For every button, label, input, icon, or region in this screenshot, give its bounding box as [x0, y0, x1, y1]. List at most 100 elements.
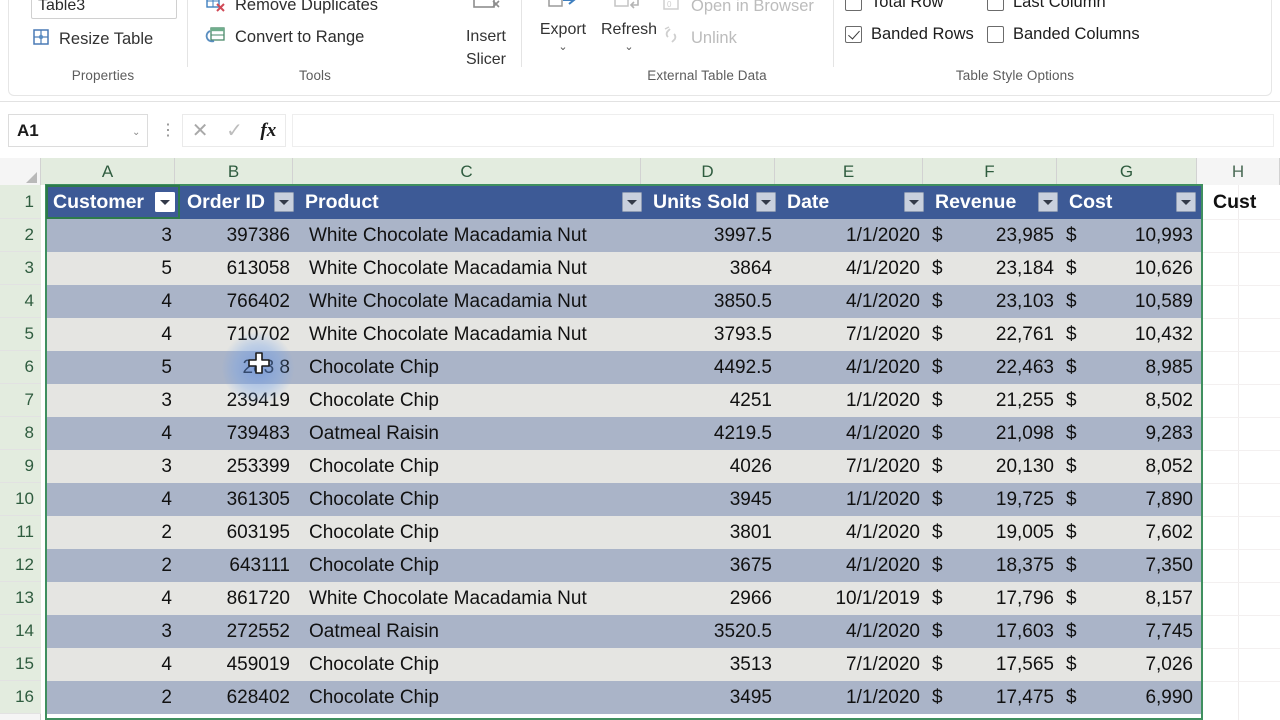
table-row[interactable]: 3 272552 Oatmeal Raisin 3520.5 4/1/2020 … — [46, 615, 1201, 648]
row-header-4[interactable]: 4 — [0, 285, 41, 318]
refresh-label: Refresh — [600, 21, 658, 38]
table-name-input[interactable]: Table3 — [31, 0, 177, 19]
filter-button-order-id[interactable] — [274, 192, 294, 212]
resize-table-button[interactable]: Resize Table — [31, 27, 153, 52]
gridline-h-7 — [1201, 417, 1280, 418]
cell-cost: 10,626 — [1134, 257, 1193, 279]
table-row[interactable]: 3 397386 White Chocolate Macadamia Nut 3… — [46, 219, 1201, 252]
row-header-2[interactable]: 2 — [0, 219, 41, 252]
banded-rows-label: Banded Rows — [871, 25, 974, 43]
gridline-h-12 — [1201, 582, 1280, 583]
cell-units-sold: 3675 — [729, 554, 772, 576]
banded-columns-checkbox-icon[interactable] — [987, 26, 1004, 43]
filter-button-cost[interactable] — [1176, 192, 1196, 212]
column-header-b[interactable]: B — [175, 158, 293, 185]
row-header-1[interactable]: 1 — [0, 185, 41, 219]
checkbox-banded-columns[interactable]: Banded Columns — [987, 25, 1140, 44]
banded-rows-checkbox-icon[interactable] — [845, 26, 862, 43]
table-row[interactable]: 4 766402 White Chocolate Macadamia Nut 3… — [46, 285, 1201, 318]
column-header-h[interactable]: H — [1197, 158, 1280, 185]
filter-button-revenue[interactable] — [1038, 192, 1058, 212]
refresh-caret-icon[interactable]: ⌄ — [595, 40, 663, 53]
cell-date: 10/1/2019 — [835, 587, 920, 609]
row-header-5[interactable]: 5 — [0, 318, 41, 351]
filter-button-date[interactable] — [904, 192, 924, 212]
table-row[interactable]: 5 283 8 Chocolate Chip 4492.5 4/1/2020 $… — [46, 351, 1201, 384]
column-header-f[interactable]: F — [923, 158, 1057, 185]
cancel-icon[interactable]: ✕ — [192, 118, 209, 143]
insert-slicer-button[interactable]: Insert Slicer — [441, 0, 531, 71]
empty-grid-area — [1201, 185, 1280, 720]
refresh-button[interactable]: Refresh ⌄ — [595, 0, 663, 53]
cell-product: White Chocolate Macadamia Nut — [309, 257, 587, 279]
export-button[interactable]: Export ⌄ — [529, 0, 597, 53]
row-header-10[interactable]: 10 — [0, 483, 41, 516]
last-column-checkbox-icon[interactable] — [987, 0, 1004, 11]
table-row[interactable]: 3 239419 Chocolate Chip 4251 1/1/2020 $ … — [46, 384, 1201, 417]
gridline-h-13 — [1201, 615, 1280, 616]
formula-bar-more-icon[interactable]: ⋮ — [160, 122, 176, 139]
checkbox-banded-rows[interactable]: Banded Rows — [845, 25, 974, 44]
convert-to-range-button[interactable]: Convert to Range — [205, 24, 364, 50]
cell-cost: 7,890 — [1145, 488, 1193, 510]
select-all-corner[interactable] — [0, 158, 41, 185]
cell-revenue: 19,005 — [995, 521, 1054, 543]
row-header-12[interactable]: 12 — [0, 549, 41, 582]
cell-customer: 4 — [161, 653, 172, 675]
column-header-d[interactable]: D — [641, 158, 775, 185]
column-header-c[interactable]: C — [293, 158, 641, 185]
table-row[interactable]: 5 613058 White Chocolate Macadamia Nut 3… — [46, 252, 1201, 285]
cell-order-id: 272552 — [226, 620, 290, 642]
column-header-a[interactable]: A — [41, 158, 175, 185]
filter-button-product[interactable] — [622, 192, 642, 212]
table-row[interactable]: 4 459019 Chocolate Chip 3513 7/1/2020 $ … — [46, 648, 1201, 681]
row-header-8[interactable]: 8 — [0, 417, 41, 450]
gridline-h-15 — [1201, 681, 1280, 682]
row-header-7[interactable]: 7 — [0, 384, 41, 417]
cell-order-id: 643111 — [229, 554, 290, 576]
name-box[interactable]: A1 — [8, 114, 148, 147]
table-row[interactable]: 2 628402 Chocolate Chip 3495 1/1/2020 $ … — [46, 681, 1201, 714]
insert-function-icon[interactable]: fx — [260, 120, 276, 142]
table-row[interactable]: 2 643111 Chocolate Chip 3675 4/1/2020 $ … — [46, 549, 1201, 582]
row-header-16[interactable]: 16 — [0, 681, 41, 714]
column-header-e[interactable]: E — [775, 158, 923, 185]
formula-input[interactable] — [292, 114, 1274, 147]
column-header-g[interactable]: G — [1057, 158, 1197, 185]
convert-to-range-label: Convert to Range — [235, 27, 365, 46]
gridline-h-10 — [1201, 516, 1280, 517]
cell-order-id: 397386 — [226, 224, 290, 246]
banded-columns-label: Banded Columns — [1013, 25, 1140, 43]
filter-button-units-sold[interactable] — [756, 192, 776, 212]
gridline-v-1 — [1238, 185, 1239, 720]
remove-duplicates-button[interactable]: Remove Duplicates — [205, 0, 378, 18]
cell-revenue: 17,796 — [995, 587, 1054, 609]
confirm-icon[interactable]: ✓ — [226, 118, 243, 143]
table-row[interactable]: 4 739483 Oatmeal Raisin 4219.5 4/1/2020 … — [46, 417, 1201, 450]
table-row[interactable]: 4 861720 White Chocolate Macadamia Nut 2… — [46, 582, 1201, 615]
row-header-14[interactable]: 14 — [0, 615, 41, 648]
cell-date: 1/1/2020 — [846, 488, 920, 510]
table-row[interactable]: 3 253399 Chocolate Chip 4026 7/1/2020 $ … — [46, 450, 1201, 483]
checkbox-last-column[interactable]: Last Column — [987, 0, 1106, 12]
ribbon-separator-2 — [521, 0, 522, 67]
row-header-13[interactable]: 13 — [0, 582, 41, 615]
row-header-3[interactable]: 3 — [0, 252, 41, 285]
table-row[interactable]: 4 361305 Chocolate Chip 3945 1/1/2020 $ … — [46, 483, 1201, 516]
checkbox-total-row[interactable]: Total Row — [845, 0, 943, 12]
resize-table-icon — [31, 27, 51, 52]
export-caret-icon[interactable]: ⌄ — [529, 40, 597, 53]
row-header-9[interactable]: 9 — [0, 450, 41, 483]
row-header-11[interactable]: 11 — [0, 516, 41, 549]
row-header-15[interactable]: 15 — [0, 648, 41, 681]
table-row[interactable]: 4 710702 White Chocolate Macadamia Nut 3… — [46, 318, 1201, 351]
total-row-checkbox-icon[interactable] — [845, 0, 862, 11]
cell-cost: 8,502 — [1145, 389, 1193, 411]
cell-customer: 4 — [161, 587, 172, 609]
name-box-dropdown-icon[interactable]: ⌄ — [132, 127, 140, 138]
row-header-6[interactable]: 6 — [0, 351, 41, 384]
cell-order-id: 603195 — [226, 521, 290, 543]
table-row[interactable]: 2 603195 Chocolate Chip 3801 4/1/2020 $ … — [46, 516, 1201, 549]
cell-date: 4/1/2020 — [846, 521, 920, 543]
filter-button-customer[interactable] — [155, 192, 175, 212]
